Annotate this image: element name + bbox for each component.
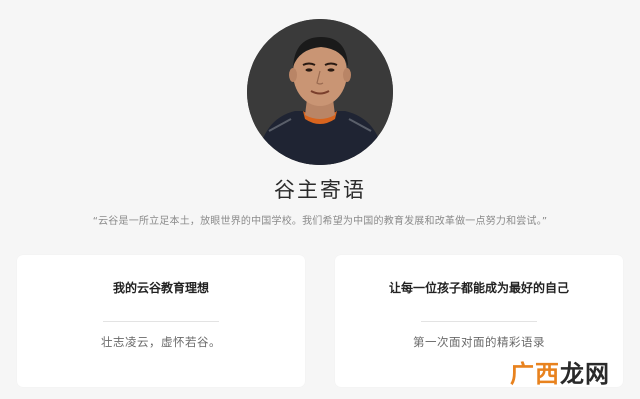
page-title: 谷主寄语 [274, 178, 366, 202]
avatar [247, 19, 393, 165]
watermark-part2: 龙网 [560, 360, 610, 388]
watermark-part1: 广西 [510, 360, 560, 388]
card-subtitle: 壮志凌云，虚怀若谷。 [101, 335, 221, 349]
divider [103, 321, 219, 322]
card-title: 让每一位孩子都能成为最好的自己 [388, 281, 569, 295]
watermark-logo: 广西龙网 [510, 354, 610, 389]
divider [421, 321, 537, 322]
card-subtitle: 第一次面对面的精彩语录 [413, 335, 545, 349]
quote-text: “云谷是一所立足本土，放眼世界的中国学校。我们希望为中国的教育发展和改革做一点努… [92, 216, 548, 227]
card-education-ideal[interactable]: 我的云谷教育理想 壮志凌云，虚怀若谷。 [17, 255, 305, 387]
page: 谷主寄语 “云谷是一所立足本土，放眼世界的中国学校。我们希望为中国的教育发展和改… [0, 0, 640, 399]
card-title: 我的云谷教育理想 [112, 281, 209, 295]
portrait-photo-icon [247, 19, 393, 165]
